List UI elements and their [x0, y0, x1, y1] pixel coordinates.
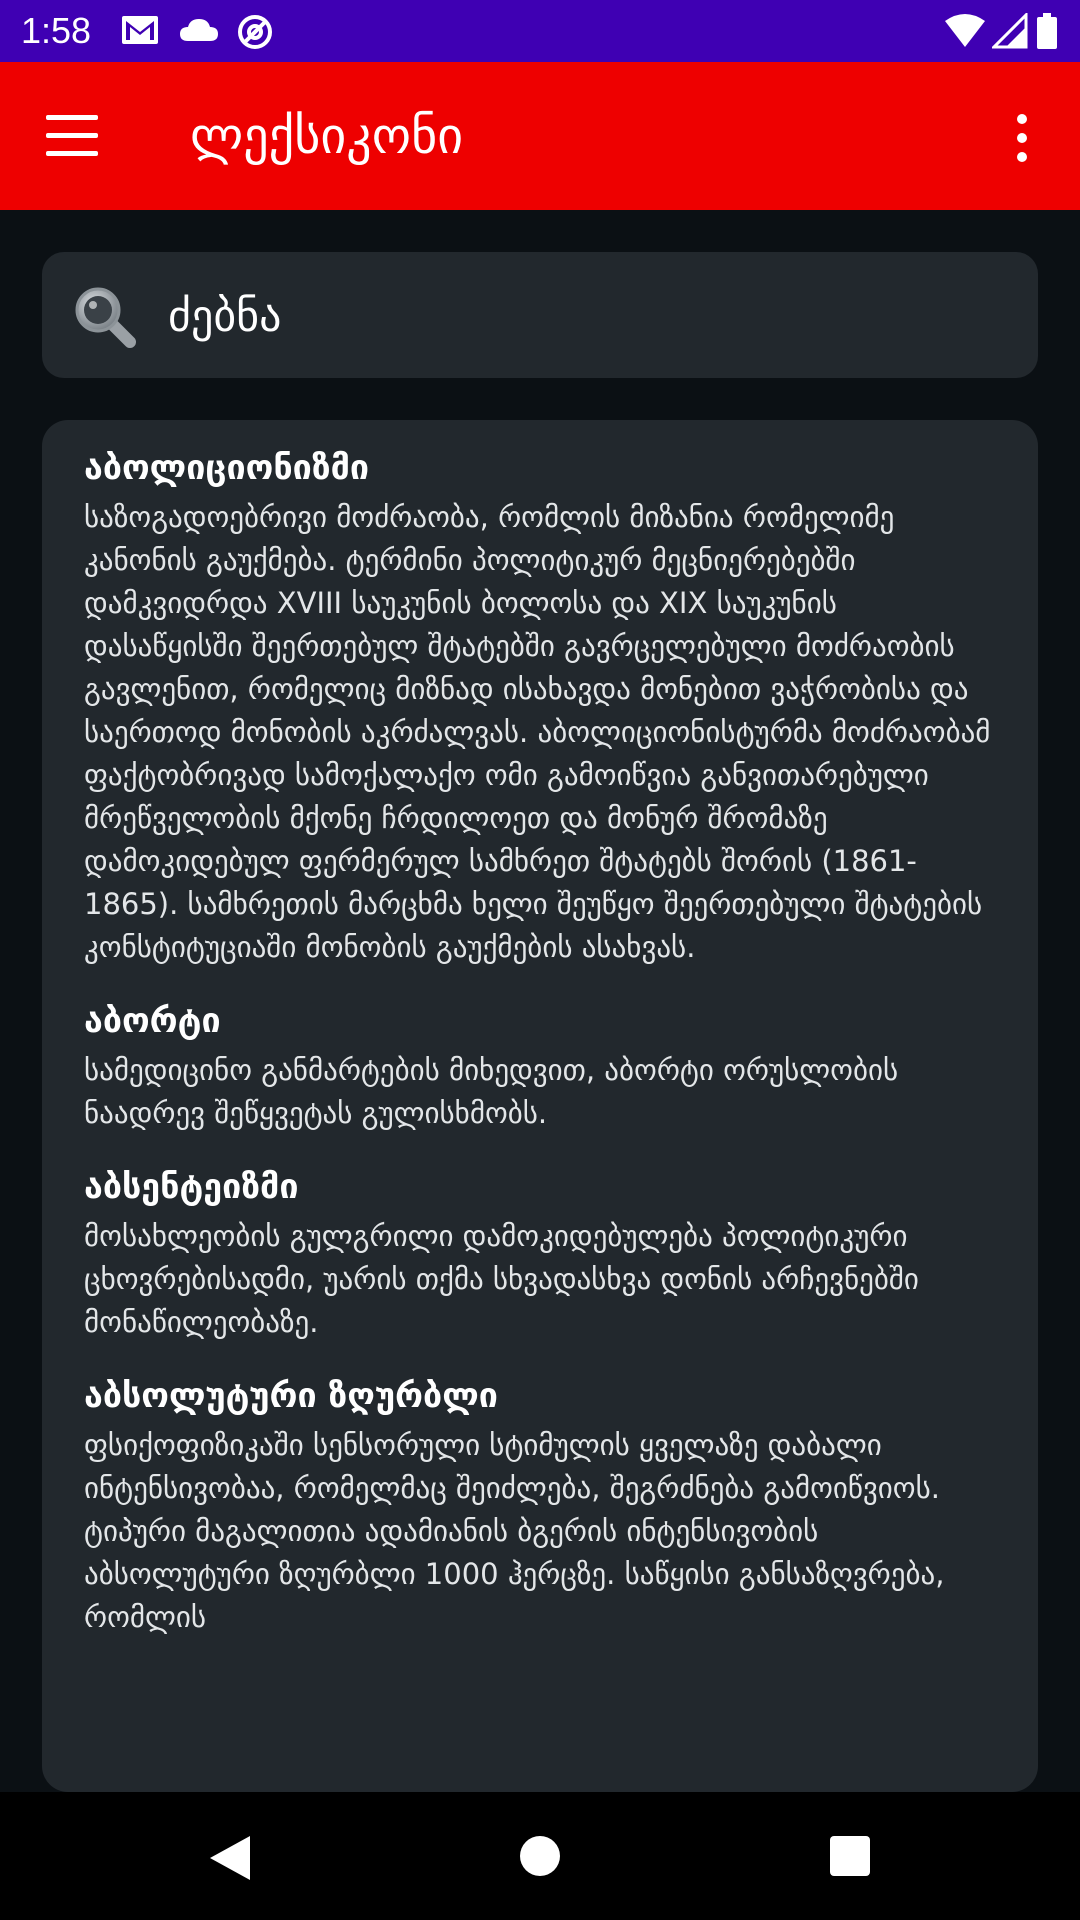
back-icon[interactable]: [206, 1834, 252, 1882]
cloud-icon: [180, 19, 218, 41]
status-time: 1:58: [21, 10, 92, 51]
list-item[interactable]: აბოლიციონიზმი საზოგადოებრივი მოძრაობა, რ…: [84, 446, 996, 969]
battery-icon: [1037, 13, 1057, 49]
app-title: ლექსიკონი: [190, 107, 464, 165]
list-item[interactable]: აბორტი სამედიცინო განმარტების მიხედვით, …: [84, 999, 996, 1135]
more-vert-icon[interactable]: [1010, 114, 1034, 162]
search-input[interactable]: [168, 286, 988, 346]
entry-term: აბსენტეიზმი: [84, 1167, 299, 1207]
entry-definition: სამედიცინო განმარტების მიხედვით, აბორტი …: [84, 1053, 899, 1130]
recents-icon[interactable]: [830, 1836, 870, 1876]
entry-definition: საზოგადოებრივი მოძრაობა, რომლის მიზანია …: [84, 500, 991, 964]
wifi-icon: [945, 14, 985, 47]
entry-term: აბორტი: [84, 1001, 221, 1041]
hamburger-menu-icon[interactable]: [46, 115, 98, 157]
entry-term: აბსოლუტური ზღურბლი: [84, 1376, 498, 1416]
vpn-icon: [238, 15, 272, 49]
search-icon[interactable]: [72, 284, 138, 350]
app-bar: ლექსიკონი: [0, 62, 1080, 210]
entry-definition: ფსიქოფიზიკაში სენსორული სტიმულის ყველაზე…: [84, 1428, 945, 1634]
entry-definition: მოსახლეობის გულგრილი დამოკიდებულება პოლი…: [84, 1219, 919, 1339]
signal-icon: [992, 13, 1028, 49]
dictionary-list[interactable]: აბოლიციონიზმი საზოგადოებრივი მოძრაობა, რ…: [42, 420, 1038, 1792]
gmail-icon: [122, 16, 158, 44]
list-item[interactable]: აბსენტეიზმი მოსახლეობის გულგრილი დამოკიდ…: [84, 1165, 996, 1344]
entry-term: აბოლიციონიზმი: [84, 448, 370, 488]
list-item[interactable]: აბსოლუტური ზღურბლი ფსიქოფიზიკაში სენსორუ…: [84, 1374, 996, 1639]
status-bar: 1:58: [0, 0, 1080, 62]
home-icon[interactable]: [520, 1836, 560, 1876]
